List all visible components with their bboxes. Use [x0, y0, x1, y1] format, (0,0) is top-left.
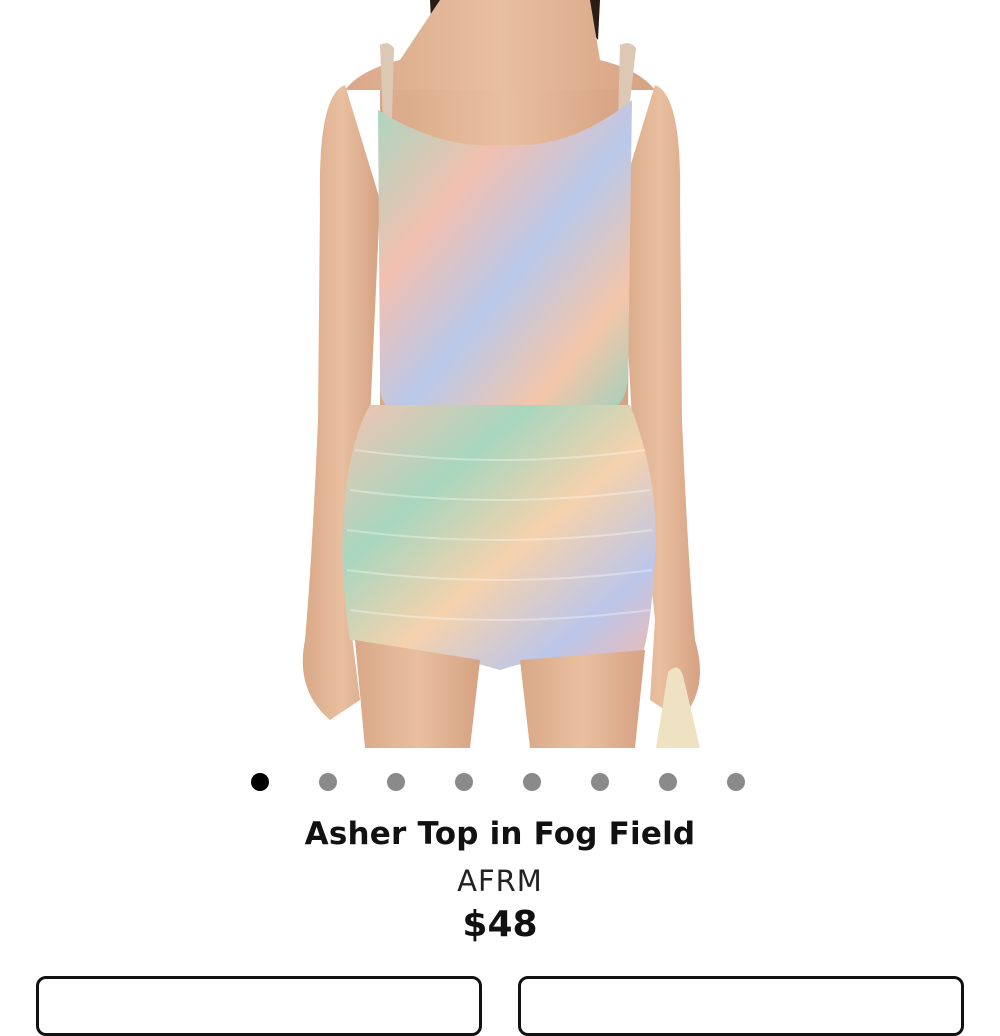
pagination-dot-5[interactable]	[523, 773, 541, 791]
action-button-right[interactable]	[518, 976, 964, 1036]
pagination-dot-2[interactable]	[319, 773, 337, 791]
pagination-dot-6[interactable]	[591, 773, 609, 791]
action-button-left[interactable]	[36, 976, 482, 1036]
product-title: Asher Top in Fog Field	[304, 816, 696, 852]
product-brand[interactable]: AFRM	[0, 864, 1000, 898]
product-price: $48	[462, 904, 538, 945]
pagination-dot-3[interactable]	[387, 773, 405, 791]
pagination-dot-8[interactable]	[727, 773, 745, 791]
pagination-dot-1[interactable]	[251, 773, 269, 791]
pagination-dot-7[interactable]	[659, 773, 677, 791]
image-pagination	[251, 773, 751, 793]
pagination-dot-4[interactable]	[455, 773, 473, 791]
model-photo	[302, 0, 700, 748]
product-image[interactable]	[0, 0, 1000, 748]
